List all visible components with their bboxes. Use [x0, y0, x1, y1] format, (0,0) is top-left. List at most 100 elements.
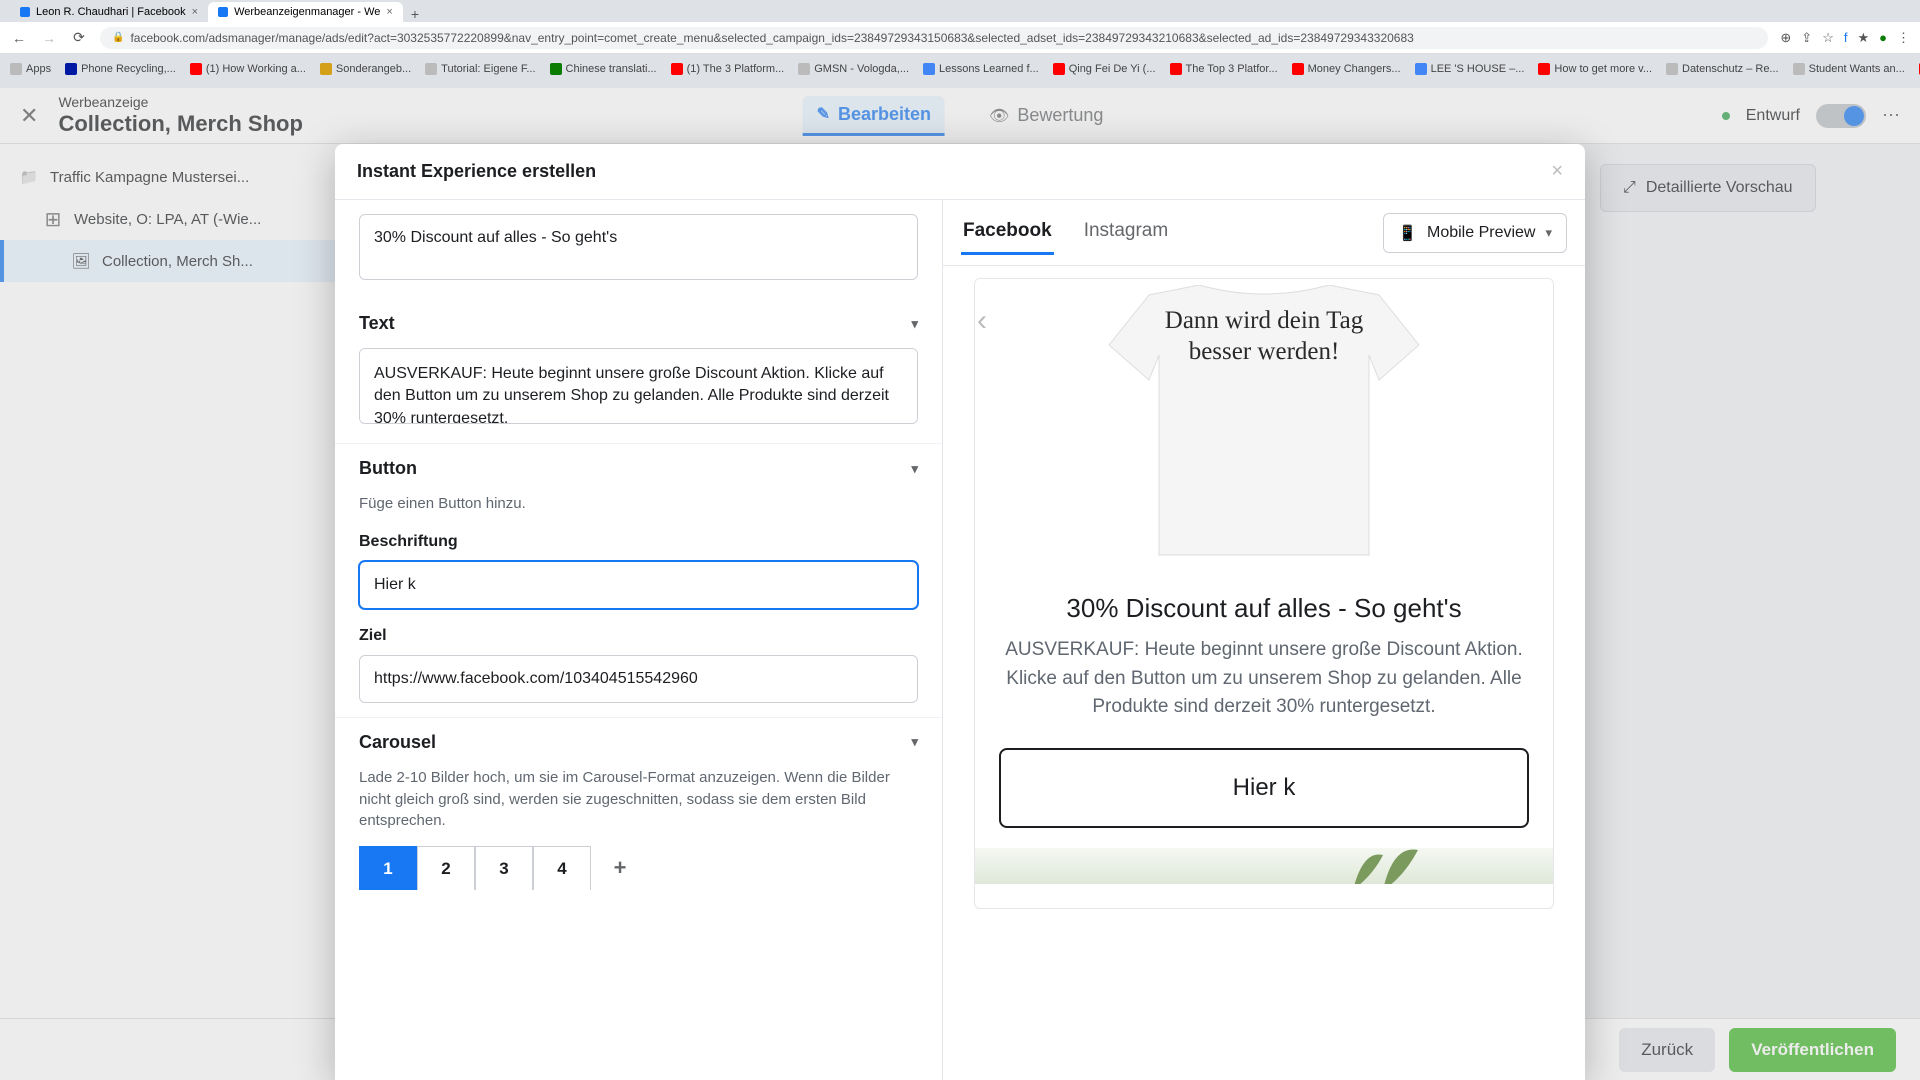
menu-icon[interactable]: ⋮: [1897, 30, 1910, 46]
addr-actions: ⊕ ⇪ ☆ f ★ ● ⋮: [1780, 30, 1910, 46]
bookmark-item[interactable]: Money Changers...: [1292, 63, 1401, 75]
youtube-icon: [1053, 63, 1065, 75]
bookmark-item[interactable]: Student Wants an...: [1793, 63, 1905, 75]
address-bar: ← → ⟳ 🔒 facebook.com/adsmanager/manage/a…: [0, 22, 1920, 54]
instant-experience-modal: Instant Experience erstellen × Text ▾ Bu…: [335, 144, 1585, 1080]
favicon: [425, 63, 437, 75]
bookmark-item[interactable]: Phone Recycling,...: [65, 63, 176, 75]
youtube-icon: [1170, 63, 1182, 75]
favicon: [1415, 63, 1427, 75]
button-section-header[interactable]: Button ▾: [335, 444, 942, 493]
chevron-down-icon: ▾: [911, 461, 918, 477]
preview-back-arrow[interactable]: ‹: [977, 304, 987, 338]
grid-icon: [10, 63, 22, 75]
bookmark-item[interactable]: GMSN - Vologda,...: [798, 63, 909, 75]
form-column: Text ▾ Button ▾ Füge einen Button hinzu.…: [335, 200, 943, 1080]
preview-body-text: AUSVERKAUF: Heute beginnt unsere große D…: [975, 636, 1553, 722]
reload-button[interactable]: ⟳: [70, 29, 88, 46]
tab-strip: Leon R. Chaudhari | Facebook × Werbeanze…: [0, 0, 1920, 22]
facebook-icon[interactable]: f: [1844, 30, 1848, 46]
carousel-section-header[interactable]: Carousel ▾: [335, 718, 942, 767]
bookmark-item[interactable]: Lessons Learned f...: [923, 63, 1039, 75]
plant-icon: [1343, 848, 1423, 884]
tab-title: Leon R. Chaudhari | Facebook: [36, 6, 186, 18]
carousel-tab-1[interactable]: 1: [359, 846, 417, 890]
carousel-tab-3[interactable]: 3: [475, 846, 533, 890]
preview-tab-instagram[interactable]: Instagram: [1082, 210, 1170, 255]
label-field-label: Beschriftung: [359, 533, 918, 551]
youtube-icon: [1292, 63, 1304, 75]
profile-icon[interactable]: ●: [1879, 30, 1887, 46]
close-icon[interactable]: ×: [386, 6, 392, 18]
modal-body: Text ▾ Button ▾ Füge einen Button hinzu.…: [335, 200, 1585, 1080]
bookmark-item[interactable]: LEE 'S HOUSE –...: [1415, 63, 1525, 75]
browser-tab[interactable]: Leon R. Chaudhari | Facebook ×: [10, 2, 208, 22]
favicon: [923, 63, 935, 75]
carousel-tabs: 1 2 3 4 +: [359, 846, 918, 890]
product-image: Dann wird dein Tag besser werden!: [975, 279, 1553, 565]
preview-cta-button[interactable]: Hier k: [999, 748, 1529, 828]
forward-button[interactable]: →: [40, 30, 58, 46]
modal-header: Instant Experience erstellen ×: [335, 144, 1585, 200]
shirt-text: Dann wird dein Tag besser werden!: [1089, 305, 1439, 368]
body-text-input[interactable]: [359, 348, 918, 424]
favicon: [550, 63, 562, 75]
carousel-tab-4[interactable]: 4: [533, 846, 591, 890]
apps-button[interactable]: Apps: [10, 63, 51, 75]
youtube-icon: [671, 63, 683, 75]
chevron-down-icon: ▾: [1545, 225, 1552, 241]
o2-icon: [65, 63, 77, 75]
bookmark-item[interactable]: Datenschutz – Re...: [1666, 63, 1779, 75]
browser-tab[interactable]: Werbeanzeigenmanager - We ×: [208, 2, 403, 22]
favicon: [1666, 63, 1678, 75]
bookmark-item[interactable]: (1) How Working a...: [190, 63, 306, 75]
youtube-icon: [190, 63, 202, 75]
lock-icon: 🔒: [112, 32, 124, 43]
carousel-add-button[interactable]: +: [591, 846, 649, 890]
favicon: [320, 63, 332, 75]
bookmark-item[interactable]: Qing Fei De Yi (...: [1053, 63, 1156, 75]
back-button[interactable]: ←: [10, 30, 28, 46]
star-icon[interactable]: ☆: [1822, 30, 1834, 46]
preview-body: ‹ Dann wird dein Tag besser werden! 30% …: [943, 266, 1585, 1080]
bookmark-item[interactable]: Chinese translati...: [550, 63, 657, 75]
mobile-preview-frame: Dann wird dein Tag besser werden! 30% Di…: [974, 278, 1554, 909]
url-text: facebook.com/adsmanager/manage/ads/edit?…: [130, 31, 1413, 45]
favicon: [798, 63, 810, 75]
new-tab-button[interactable]: +: [403, 6, 427, 22]
preview-title: 30% Discount auf alles - So geht's: [975, 565, 1553, 636]
preview-header: Facebook Instagram 📱 Mobile Preview ▾: [943, 200, 1585, 266]
bookmark-item[interactable]: Tutorial: Eigene F...: [425, 63, 535, 75]
text-section-header[interactable]: Text ▾: [335, 299, 942, 348]
close-icon[interactable]: ×: [1551, 160, 1563, 183]
button-label-input[interactable]: [359, 561, 918, 609]
bookmark-item[interactable]: How to get more v...: [1538, 63, 1652, 75]
chevron-down-icon: ▾: [911, 316, 918, 332]
zoom-icon[interactable]: ⊕: [1780, 30, 1791, 46]
button-target-input[interactable]: [359, 655, 918, 703]
carousel-help-text: Lade 2-10 Bilder hoch, um sie im Carouse…: [359, 767, 918, 832]
chevron-down-icon: ▾: [911, 734, 918, 750]
title-input[interactable]: [359, 214, 918, 280]
bookmark-item[interactable]: Sonderangeb...: [320, 63, 411, 75]
share-icon[interactable]: ⇪: [1801, 30, 1812, 46]
facebook-favicon: [20, 7, 30, 17]
bookmarks-bar: Apps Phone Recycling,... (1) How Working…: [0, 54, 1920, 84]
favicon: [1793, 63, 1805, 75]
preview-tab-facebook[interactable]: Facebook: [961, 210, 1054, 255]
close-icon[interactable]: ×: [192, 6, 198, 18]
button-help-text: Füge einen Button hinzu.: [359, 493, 918, 515]
url-input[interactable]: 🔒 facebook.com/adsmanager/manage/ads/edi…: [100, 27, 1768, 49]
bookmark-item[interactable]: The Top 3 Platfor...: [1170, 63, 1278, 75]
modal-title: Instant Experience erstellen: [357, 161, 596, 182]
preview-tabs: Facebook Instagram: [961, 210, 1170, 255]
browser-chrome: Leon R. Chaudhari | Facebook × Werbeanze…: [0, 0, 1920, 88]
bookmark-item[interactable]: (1) The 3 Platform...: [671, 63, 785, 75]
phone-icon: 📱: [1398, 224, 1417, 242]
extension-icon[interactable]: ★: [1857, 30, 1869, 46]
preview-column: Facebook Instagram 📱 Mobile Preview ▾ ‹: [943, 200, 1585, 1080]
target-field-label: Ziel: [359, 627, 918, 645]
preview-next-image: [975, 848, 1553, 884]
carousel-tab-2[interactable]: 2: [417, 846, 475, 890]
mobile-preview-select[interactable]: 📱 Mobile Preview ▾: [1383, 213, 1567, 253]
